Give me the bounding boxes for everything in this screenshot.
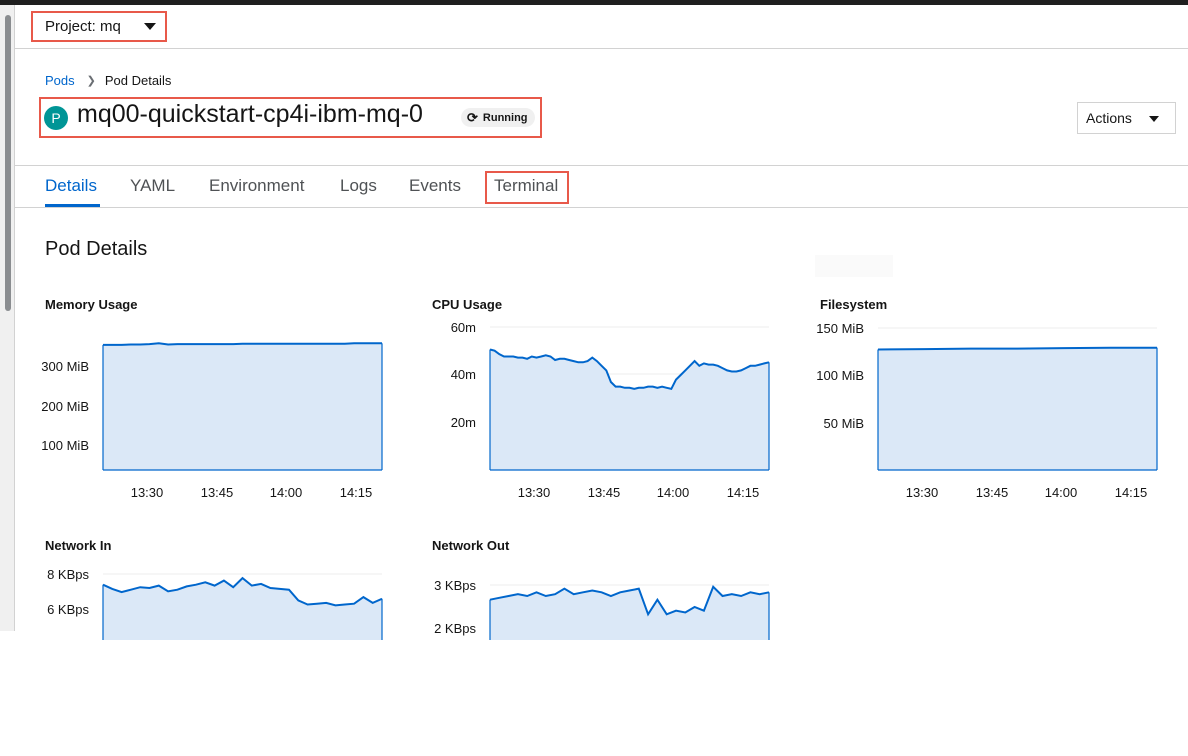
network-in-chart: Network In 6 KBps 8 KBps <box>45 538 417 756</box>
series-area <box>103 343 382 470</box>
scrollbar-thumb[interactable] <box>5 15 11 311</box>
status-badge: ⟳ Running <box>461 108 535 127</box>
chart-title: Memory Usage <box>45 297 138 312</box>
breadcrumb-current: Pod Details <box>104 73 172 88</box>
y-tick-label: 100 MiB <box>41 438 89 453</box>
chevron-right-icon: ❯ <box>86 75 96 87</box>
x-tick-label: 13:30 <box>518 485 551 500</box>
placeholder-block <box>815 255 893 277</box>
pod-resource-badge: P <box>44 106 68 130</box>
x-tick-label: 13:30 <box>906 485 939 500</box>
y-tick-label: 200 MiB <box>41 399 89 414</box>
y-tick-label: 3 KBps <box>434 578 476 593</box>
x-tick-label: 13:45 <box>201 485 234 500</box>
chart-title: Filesystem <box>820 297 888 312</box>
caret-down-icon <box>144 23 156 30</box>
x-tick-label: 14:15 <box>727 485 760 500</box>
chart-title: Network Out <box>432 538 510 553</box>
chart-svg: 50 MiB 100 MiB 150 MiB 13:30 13:45 14:00 14:15 <box>816 321 1158 500</box>
network-out-chart: Network Out 2 KBps 3 KBps <box>432 538 804 756</box>
page-title: mq00-quickstart-cp4i-ibm-mq-0 <box>77 100 423 128</box>
project-selector[interactable]: Project: mq <box>31 11 167 42</box>
chart-svg: 6 KBps 8 KBps <box>47 567 383 640</box>
filesystem-chart: Filesystem 50 MiB 100 MiB 150 MiB 13:30 13:4… <box>816 297 1188 515</box>
memory-usage-chart: Memory Usage 100 MiB 200 MiB 300 MiB 13:30 1… <box>41 297 417 515</box>
y-tick-label: 150 MiB <box>816 321 864 336</box>
project-selector-label: Project: mq <box>45 18 121 35</box>
terminal-tab-highlight <box>485 171 569 204</box>
x-tick-label: 14:15 <box>340 485 373 500</box>
x-tick-label: 13:30 <box>131 485 164 500</box>
active-tab-indicator <box>45 204 100 207</box>
tab-bar: Details YAML Environment Logs Events Ter… <box>15 166 1188 208</box>
cpu-usage-chart: CPU Usage 20m 40m 60m 13:30 13:45 14:00 14:15 <box>432 297 804 515</box>
left-scroll-track[interactable] <box>0 5 15 631</box>
project-bar <box>15 5 1188 49</box>
chart-svg: 20m 40m 60m 13:30 13:45 14:00 14:15 <box>451 320 770 500</box>
y-tick-label: 300 MiB <box>41 359 89 374</box>
x-tick-label: 14:00 <box>270 485 303 500</box>
x-tick-label: 14:15 <box>1115 485 1148 500</box>
status-label: Running <box>482 111 528 124</box>
tab-logs[interactable]: Logs <box>340 176 377 196</box>
y-tick-label: 60m <box>451 320 476 335</box>
x-tick-label: 14:00 <box>657 485 690 500</box>
chart-svg: 100 MiB 200 MiB 300 MiB 13:30 13:45 14:00 14:1… <box>41 342 383 500</box>
x-tick-label: 13:45 <box>588 485 621 500</box>
x-tick-label: 14:00 <box>1045 485 1078 500</box>
x-tick-label: 13:45 <box>976 485 1009 500</box>
tab-environment[interactable]: Environment <box>209 176 304 196</box>
chart-svg: 2 KBps 3 KBps <box>434 578 770 640</box>
breadcrumb: Pods ❯ Pod Details <box>45 73 171 88</box>
tab-details[interactable]: Details <box>45 176 97 196</box>
y-tick-label: 6 KBps <box>47 602 89 617</box>
series-area <box>878 347 1157 470</box>
series-area <box>490 349 769 470</box>
chart-title: Network In <box>45 538 112 553</box>
actions-dropdown[interactable]: Actions <box>1077 102 1176 134</box>
series-line <box>103 342 382 346</box>
caret-down-icon <box>1149 116 1159 122</box>
y-tick-label: 20m <box>451 415 476 430</box>
y-tick-label: 40m <box>451 367 476 382</box>
y-tick-label: 100 MiB <box>816 368 864 383</box>
breadcrumb-link-pods[interactable]: Pods <box>45 73 75 88</box>
actions-label: Actions <box>1086 110 1132 126</box>
sync-icon: ⟳ <box>467 109 478 125</box>
y-tick-label: 2 KBps <box>434 621 476 636</box>
section-title: Pod Details <box>45 238 148 260</box>
y-tick-label: 8 KBps <box>47 567 89 582</box>
y-tick-label: 50 MiB <box>824 416 864 431</box>
tab-events[interactable]: Events <box>409 176 461 196</box>
chart-title: CPU Usage <box>432 297 503 312</box>
tab-yaml[interactable]: YAML <box>130 176 175 196</box>
